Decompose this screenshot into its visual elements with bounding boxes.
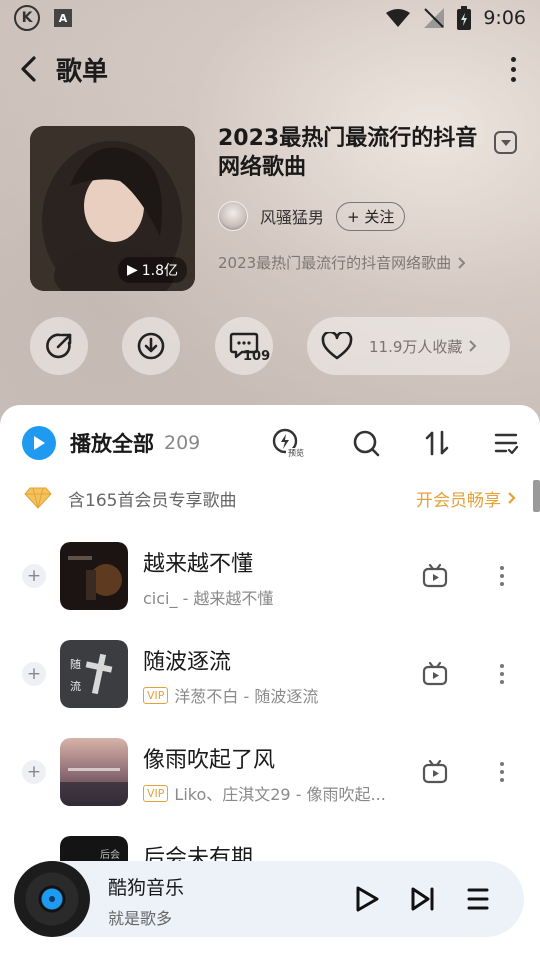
share-icon [46, 333, 72, 359]
page-title: 歌单 [56, 56, 109, 87]
download-button[interactable] [122, 317, 180, 375]
song-subtitle-row: VIP 洋葱不白 - 随波逐流 [143, 683, 318, 707]
song-more-icon[interactable] [500, 566, 504, 586]
add-to-list-icon[interactable]: + [22, 760, 46, 784]
next-track-icon[interactable] [410, 886, 436, 912]
song-title: 像雨吹起了风 [143, 748, 276, 773]
expand-title-icon[interactable] [494, 131, 517, 154]
no-signal-icon [424, 8, 445, 28]
song-subtitle: Liko、庄淇文29 - 像雨吹起... [174, 785, 386, 804]
song-count: 209 [164, 432, 201, 454]
play-small-icon: ▶ [126, 262, 138, 278]
playlist-description-row[interactable]: 2023最热门最流行的抖音网络歌曲 [218, 252, 466, 273]
add-to-list-icon[interactable]: + [22, 564, 46, 588]
song-title: 越来越不懂 [143, 552, 254, 577]
kugou-status-icon: K [14, 5, 40, 31]
diamond-icon [24, 487, 52, 509]
comment-button[interactable]: 109 [215, 317, 273, 375]
song-row[interactable]: + 越来越不懂 cici_ - 越来越不懂 [0, 541, 540, 611]
follow-button[interactable]: + 关注 [336, 201, 406, 231]
battery-icon [457, 6, 472, 30]
song-cover: 随流 [60, 640, 128, 708]
heart-icon [321, 332, 353, 360]
status-time: 9:06 [483, 7, 526, 29]
share-button[interactable] [30, 317, 88, 375]
back-arrow-icon[interactable] [18, 55, 38, 83]
more-menu-icon[interactable] [505, 51, 522, 88]
a-status-icon: A [54, 9, 72, 27]
song-more-icon[interactable] [500, 762, 504, 782]
player-subtitle: 就是歌多 [108, 909, 173, 928]
play-icon[interactable] [354, 885, 380, 913]
playlist-title: 2023最热门最流行的抖音网络歌曲 [218, 126, 478, 180]
play-all-icon[interactable] [22, 426, 56, 460]
preview-icon[interactable]: 预览 [272, 428, 308, 458]
creator-avatar[interactable] [218, 201, 248, 231]
song-subtitle-row: VIP Liko、庄淇文29 - 像雨吹起... [143, 781, 386, 805]
song-subtitle: cici_ - 越来越不懂 [143, 589, 274, 608]
creator-row: 风骚猛男 + 关注 [218, 201, 406, 231]
list-header: 播放全部 209 预览 [0, 419, 540, 467]
playlist-queue-icon[interactable] [466, 887, 490, 911]
mv-icon[interactable] [422, 563, 448, 589]
status-bar: K A 9:06 [0, 0, 540, 36]
vinyl-disc-icon[interactable] [14, 861, 90, 937]
chevron-right-icon [508, 492, 516, 504]
download-icon [137, 332, 165, 360]
vip-tag: VIP [143, 686, 169, 704]
vip-cta-label: 开会员畅享 [416, 490, 501, 511]
vip-text: 含165首会员专享歌曲 [68, 490, 237, 511]
song-row[interactable]: + 像雨吹起了风 VIP Liko、庄淇文29 - 像雨吹起... [0, 737, 540, 807]
playlist-description: 2023最热门最流行的抖音网络歌曲 [218, 254, 452, 272]
svg-text:后会: 后会 [100, 848, 120, 861]
collect-count: 11.9万人收藏 [369, 337, 463, 356]
search-icon[interactable] [352, 429, 380, 457]
mv-icon[interactable] [422, 759, 448, 785]
add-to-list-icon[interactable]: + [22, 662, 46, 686]
chevron-right-icon [458, 256, 466, 269]
play-all-label[interactable]: 播放全部 [70, 428, 154, 458]
vip-cta[interactable]: 开会员畅享 [416, 486, 516, 511]
chevron-right-icon [469, 340, 477, 352]
song-more-icon[interactable] [500, 664, 504, 684]
mini-player[interactable]: 酷狗音乐 就是歌多 [14, 861, 524, 937]
svg-text:流: 流 [70, 679, 81, 693]
song-title: 随波逐流 [143, 650, 232, 675]
play-count-badge: ▶ 1.8亿 [117, 257, 187, 283]
song-row[interactable]: + 随流 随波逐流 VIP 洋葱不白 - 随波逐流 [0, 639, 540, 709]
song-cover [60, 738, 128, 806]
comment-count: 109 [243, 349, 271, 364]
multi-select-icon[interactable] [494, 432, 518, 454]
vip-banner[interactable]: 含165首会员专享歌曲 开会员畅享 [0, 477, 540, 519]
top-bar: 歌单 [0, 44, 540, 94]
player-title: 酷狗音乐 [108, 877, 185, 899]
song-subtitle: 洋葱不白 - 随波逐流 [174, 687, 319, 706]
svg-text:随: 随 [70, 657, 81, 671]
collect-button[interactable]: 11.9万人收藏 [307, 317, 510, 375]
mv-icon[interactable] [422, 661, 448, 687]
vip-tag: VIP [143, 784, 169, 802]
creator-name[interactable]: 风骚猛男 [260, 204, 324, 228]
action-row: 109 11.9万人收藏 [30, 317, 512, 375]
scrollbar[interactable] [533, 480, 540, 512]
wifi-icon [386, 9, 411, 27]
svg-text:预览: 预览 [288, 448, 304, 458]
song-cover [60, 542, 128, 610]
sort-icon[interactable] [424, 429, 450, 457]
playlist-cover[interactable]: ▶ 1.8亿 [30, 126, 195, 291]
play-count: 1.8亿 [141, 263, 178, 279]
